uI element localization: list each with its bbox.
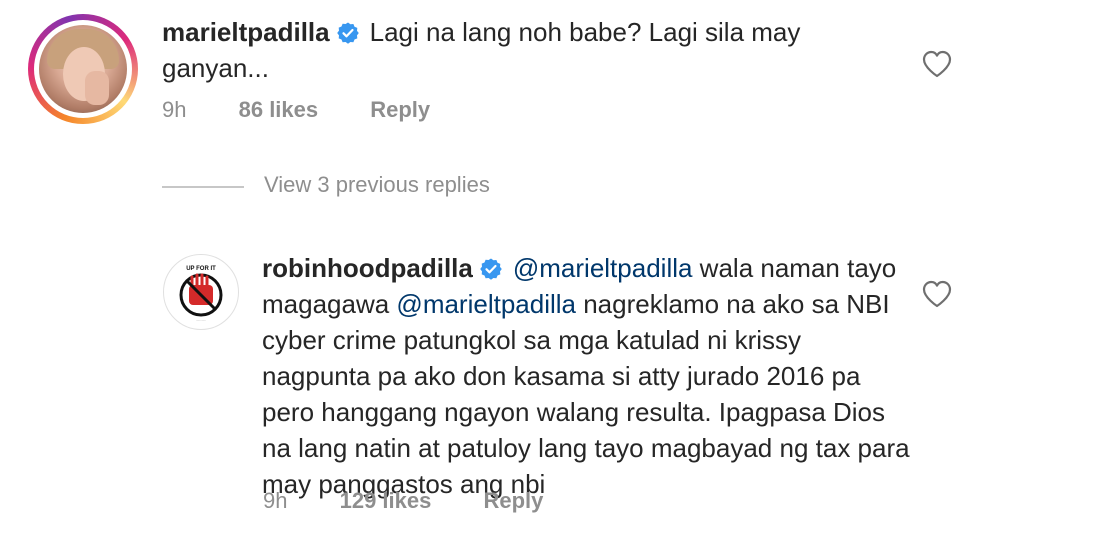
verified-badge-icon [336,22,359,44]
avatar-logo-icon: UP FOR IT ............ [165,256,237,328]
svg-text:............: ............ [196,318,206,322]
reply-button[interactable]: Reply [370,97,430,122]
avatar-robinhoodpadilla[interactable]: UP FOR IT ............ [163,254,239,330]
verified-badge-icon [480,258,502,280]
reply-button[interactable]: Reply [483,488,543,513]
comment-likes[interactable]: 86 likes [239,97,319,122]
comment-body: robinhoodpadilla @marieltpadilla wala na… [262,250,912,502]
comment-time: 9h [162,97,187,122]
comment-thread: marieltpadilla Lagi na lang noh babe? La… [0,0,1120,560]
comment-meta: 9h 86 likes Reply [162,97,476,123]
comment-likes[interactable]: 129 likes [340,488,432,513]
svg-text:UP FOR IT: UP FOR IT [186,266,216,272]
comment-text: nagreklamo na ako sa NBI cyber crime pat… [262,289,910,499]
comment-time: 9h [263,488,288,513]
mention-link[interactable]: @marieltpadilla [513,253,693,283]
heart-icon[interactable] [922,50,952,78]
heart-icon[interactable] [922,280,952,308]
comment-body: marieltpadilla Lagi na lang noh babe? La… [162,14,882,86]
replies-divider [162,186,244,188]
comment-meta: 9h 129 likes Reply [263,488,589,514]
avatar-marieltpadilla[interactable] [28,14,138,124]
mention-link[interactable]: @marieltpadilla [396,289,576,319]
comment-username[interactable]: marieltpadilla [162,17,330,47]
view-previous-replies-button[interactable]: View 3 previous replies [264,172,490,198]
comment-username[interactable]: robinhoodpadilla [262,253,473,283]
